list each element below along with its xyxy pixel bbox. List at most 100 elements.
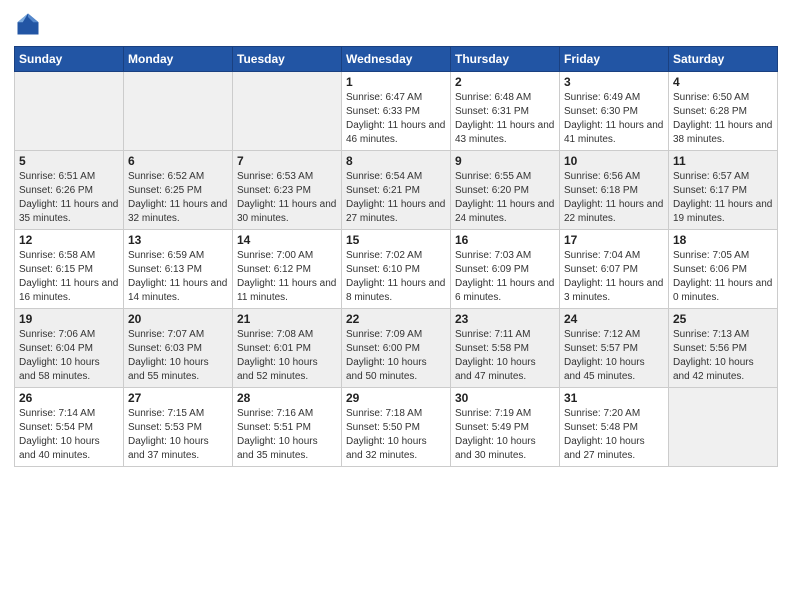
day-info: Sunrise: 6:59 AM Sunset: 6:13 PM Dayligh…: [128, 249, 228, 305]
day-number: 28: [237, 391, 337, 405]
day-number: 19: [19, 312, 119, 326]
weekday-header-friday: Friday: [560, 47, 669, 72]
day-number: 6: [128, 154, 228, 168]
day-number: 13: [128, 233, 228, 247]
day-number: 12: [19, 233, 119, 247]
calendar-cell: 6 Sunrise: 6:52 AM Sunset: 6:25 PM Daylig…: [124, 151, 233, 230]
weekday-header-saturday: Saturday: [669, 47, 778, 72]
calendar-cell: 29 Sunrise: 7:18 AM Sunset: 5:50 PM Dayli…: [342, 388, 451, 467]
day-number: 23: [455, 312, 555, 326]
day-number: 18: [673, 233, 773, 247]
day-number: 24: [564, 312, 664, 326]
day-info: Sunrise: 7:05 AM Sunset: 6:06 PM Dayligh…: [673, 249, 773, 305]
calendar-week-row: 26 Sunrise: 7:14 AM Sunset: 5:54 PM Dayli…: [15, 388, 778, 467]
day-number: 30: [455, 391, 555, 405]
day-number: 16: [455, 233, 555, 247]
calendar-cell: 2 Sunrise: 6:48 AM Sunset: 6:31 PM Daylig…: [451, 72, 560, 151]
day-info: Sunrise: 6:50 AM Sunset: 6:28 PM Dayligh…: [673, 91, 773, 147]
day-number: 15: [346, 233, 446, 247]
day-info: Sunrise: 7:06 AM Sunset: 6:04 PM Dayligh…: [19, 328, 119, 384]
weekday-header-sunday: Sunday: [15, 47, 124, 72]
day-number: 21: [237, 312, 337, 326]
day-info: Sunrise: 7:09 AM Sunset: 6:00 PM Dayligh…: [346, 328, 446, 384]
calendar-cell: 30 Sunrise: 7:19 AM Sunset: 5:49 PM Dayli…: [451, 388, 560, 467]
day-info: Sunrise: 7:11 AM Sunset: 5:58 PM Dayligh…: [455, 328, 555, 384]
calendar-cell: 3 Sunrise: 6:49 AM Sunset: 6:30 PM Daylig…: [560, 72, 669, 151]
calendar-cell: 27 Sunrise: 7:15 AM Sunset: 5:53 PM Dayli…: [124, 388, 233, 467]
calendar-cell: 21 Sunrise: 7:08 AM Sunset: 6:01 PM Dayli…: [233, 309, 342, 388]
logo: [14, 10, 46, 38]
day-number: 17: [564, 233, 664, 247]
day-number: 4: [673, 75, 773, 89]
day-number: 3: [564, 75, 664, 89]
day-info: Sunrise: 7:08 AM Sunset: 6:01 PM Dayligh…: [237, 328, 337, 384]
calendar-week-row: 12Sunrise: 6:58 AM Sunset: 6:15 PM Dayli…: [15, 230, 778, 309]
calendar-cell: 25Sunrise: 7:13 AM Sunset: 5:56 PM Dayli…: [669, 309, 778, 388]
calendar-cell: [124, 72, 233, 151]
day-info: Sunrise: 6:49 AM Sunset: 6:30 PM Dayligh…: [564, 91, 664, 147]
calendar-cell: 26 Sunrise: 7:14 AM Sunset: 5:54 PM Dayli…: [15, 388, 124, 467]
calendar-cell: 12Sunrise: 6:58 AM Sunset: 6:15 PM Dayli…: [15, 230, 124, 309]
day-number: 26: [19, 391, 119, 405]
day-number: 29: [346, 391, 446, 405]
day-info: Sunrise: 7:00 AM Sunset: 6:12 PM Dayligh…: [237, 249, 337, 305]
day-info: Sunrise: 7:12 AM Sunset: 5:57 PM Dayligh…: [564, 328, 664, 384]
day-info: Sunrise: 6:57 AM Sunset: 6:17 PM Dayligh…: [673, 170, 773, 226]
calendar-cell: 24 Sunrise: 7:12 AM Sunset: 5:57 PM Dayli…: [560, 309, 669, 388]
day-number: 20: [128, 312, 228, 326]
day-number: 31: [564, 391, 664, 405]
calendar-week-row: 5Sunrise: 6:51 AM Sunset: 6:26 PM Daylig…: [15, 151, 778, 230]
calendar-cell: 9Sunrise: 6:55 AM Sunset: 6:20 PM Daylig…: [451, 151, 560, 230]
calendar-cell: 15 Sunrise: 7:02 AM Sunset: 6:10 PM Dayli…: [342, 230, 451, 309]
weekday-header-wednesday: Wednesday: [342, 47, 451, 72]
day-number: 8: [346, 154, 446, 168]
day-info: Sunrise: 6:52 AM Sunset: 6:25 PM Dayligh…: [128, 170, 228, 226]
weekday-header-thursday: Thursday: [451, 47, 560, 72]
day-info: Sunrise: 7:02 AM Sunset: 6:10 PM Dayligh…: [346, 249, 446, 305]
calendar-cell: 8 Sunrise: 6:54 AM Sunset: 6:21 PM Daylig…: [342, 151, 451, 230]
day-info: Sunrise: 7:07 AM Sunset: 6:03 PM Dayligh…: [128, 328, 228, 384]
day-number: 11: [673, 154, 773, 168]
day-number: 7: [237, 154, 337, 168]
day-info: Sunrise: 6:47 AM Sunset: 6:33 PM Dayligh…: [346, 91, 446, 147]
calendar-cell: 20 Sunrise: 7:07 AM Sunset: 6:03 PM Dayli…: [124, 309, 233, 388]
day-info: Sunrise: 6:51 AM Sunset: 6:26 PM Dayligh…: [19, 170, 119, 226]
calendar-cell: 22 Sunrise: 7:09 AM Sunset: 6:00 PM Dayli…: [342, 309, 451, 388]
day-info: Sunrise: 6:54 AM Sunset: 6:21 PM Dayligh…: [346, 170, 446, 226]
calendar-cell: 23 Sunrise: 7:11 AM Sunset: 5:58 PM Dayli…: [451, 309, 560, 388]
day-info: Sunrise: 7:03 AM Sunset: 6:09 PM Dayligh…: [455, 249, 555, 305]
weekday-header-row: SundayMondayTuesdayWednesdayThursdayFrid…: [15, 47, 778, 72]
day-number: 1: [346, 75, 446, 89]
calendar-cell: 19 Sunrise: 7:06 AM Sunset: 6:04 PM Dayli…: [15, 309, 124, 388]
calendar-table: SundayMondayTuesdayWednesdayThursdayFrid…: [14, 46, 778, 467]
day-number: 2: [455, 75, 555, 89]
day-info: Sunrise: 7:18 AM Sunset: 5:50 PM Dayligh…: [346, 407, 446, 463]
day-info: Sunrise: 7:14 AM Sunset: 5:54 PM Dayligh…: [19, 407, 119, 463]
weekday-header-tuesday: Tuesday: [233, 47, 342, 72]
page-container: SundayMondayTuesdayWednesdayThursdayFrid…: [0, 0, 792, 481]
weekday-header-monday: Monday: [124, 47, 233, 72]
calendar-week-row: 1 Sunrise: 6:47 AM Sunset: 6:33 PM Daylig…: [15, 72, 778, 151]
header: [14, 10, 778, 38]
day-number: 27: [128, 391, 228, 405]
calendar-cell: [15, 72, 124, 151]
day-info: Sunrise: 7:15 AM Sunset: 5:53 PM Dayligh…: [128, 407, 228, 463]
day-info: Sunrise: 6:53 AM Sunset: 6:23 PM Dayligh…: [237, 170, 337, 226]
day-info: Sunrise: 7:20 AM Sunset: 5:48 PM Dayligh…: [564, 407, 664, 463]
calendar-cell: 11 Sunrise: 6:57 AM Sunset: 6:17 PM Dayli…: [669, 151, 778, 230]
calendar-cell: 16 Sunrise: 7:03 AM Sunset: 6:09 PM Dayli…: [451, 230, 560, 309]
day-number: 14: [237, 233, 337, 247]
calendar-cell: 28Sunrise: 7:16 AM Sunset: 5:51 PM Dayli…: [233, 388, 342, 467]
day-info: Sunrise: 7:19 AM Sunset: 5:49 PM Dayligh…: [455, 407, 555, 463]
calendar-cell: [233, 72, 342, 151]
calendar-week-row: 19 Sunrise: 7:06 AM Sunset: 6:04 PM Dayli…: [15, 309, 778, 388]
calendar-cell: 31 Sunrise: 7:20 AM Sunset: 5:48 PM Dayli…: [560, 388, 669, 467]
day-number: 25: [673, 312, 773, 326]
day-number: 10: [564, 154, 664, 168]
calendar-cell: 10 Sunrise: 6:56 AM Sunset: 6:18 PM Dayli…: [560, 151, 669, 230]
day-info: Sunrise: 6:56 AM Sunset: 6:18 PM Dayligh…: [564, 170, 664, 226]
day-info: Sunrise: 6:48 AM Sunset: 6:31 PM Dayligh…: [455, 91, 555, 147]
day-number: 22: [346, 312, 446, 326]
calendar-cell: 5Sunrise: 6:51 AM Sunset: 6:26 PM Daylig…: [15, 151, 124, 230]
day-info: Sunrise: 7:04 AM Sunset: 6:07 PM Dayligh…: [564, 249, 664, 305]
